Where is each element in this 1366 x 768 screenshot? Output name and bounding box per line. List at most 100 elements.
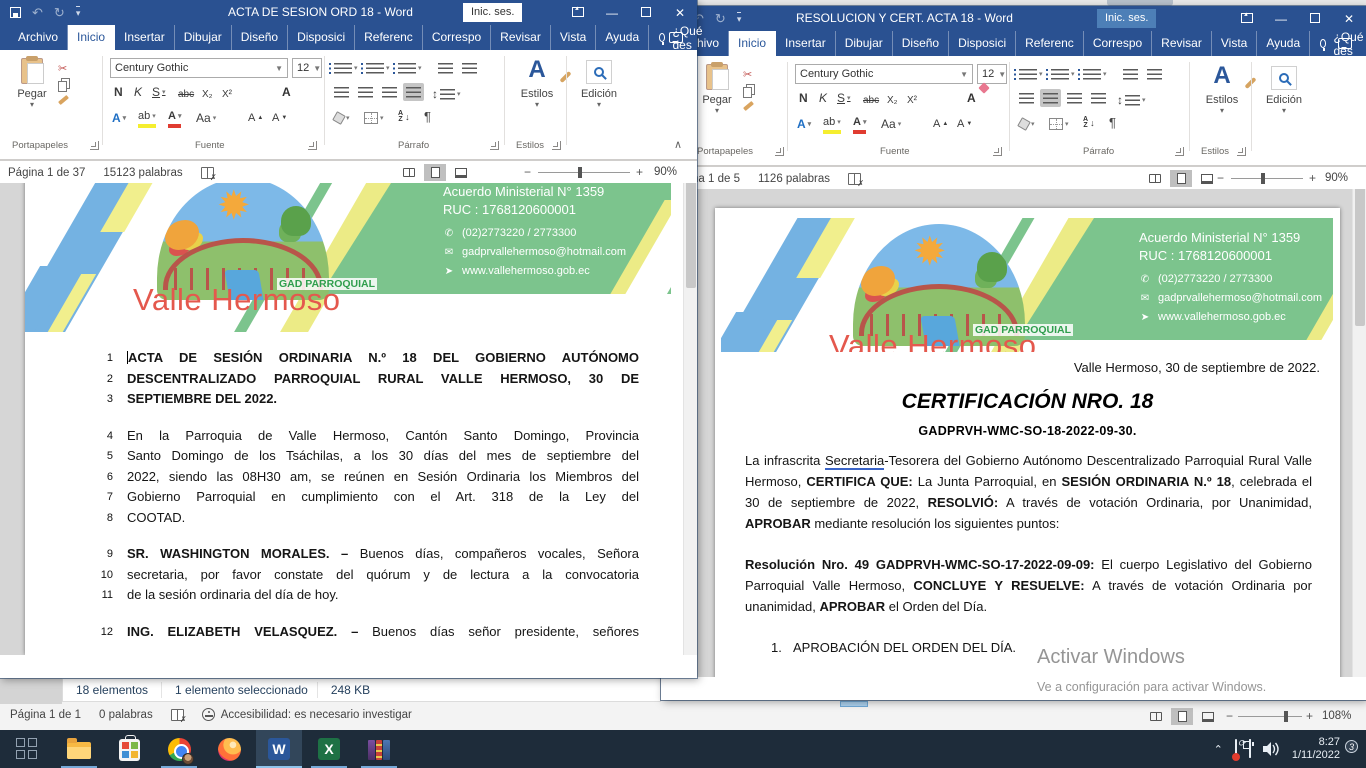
font-color-button[interactable]: A▾ [168, 108, 181, 128]
tab-vista[interactable]: Vista [1212, 31, 1257, 56]
align-right-button[interactable] [379, 83, 400, 101]
tab-inicio[interactable]: Inicio [68, 25, 115, 50]
styles-button[interactable]: A Estilos ▾ [514, 58, 560, 109]
taskbar-chrome[interactable] [156, 730, 202, 768]
zoom-slider[interactable] [538, 172, 630, 173]
minimize-button[interactable]: — [595, 6, 629, 20]
bg-word-count[interactable]: 0 palabras [99, 709, 153, 721]
battery-icon[interactable] [1249, 740, 1251, 758]
bg-zoom-slider-thumb[interactable] [1284, 711, 1288, 722]
format-painter-icon[interactable] [58, 95, 69, 105]
proofing-status-icon[interactable] [848, 173, 861, 185]
tab-disposici[interactable]: Disposici [288, 25, 355, 50]
ribbon-display-options-button[interactable] [1230, 12, 1264, 26]
redo-icon[interactable]: ↻ [54, 6, 65, 19]
print-layout-button[interactable] [1170, 170, 1192, 187]
tab-diseño[interactable]: Diseño [893, 31, 949, 56]
taskbar-winrar[interactable] [356, 730, 402, 768]
comments-icon[interactable] [669, 32, 683, 43]
redo-icon[interactable]: ↻ [715, 12, 726, 25]
line-spacing-button[interactable]: ↕▾ [432, 84, 461, 104]
bg-zoom-in-button[interactable]: + [1306, 709, 1313, 723]
tray-chevron-icon[interactable]: ⌃ [1214, 743, 1223, 756]
collapse-ribbon-icon[interactable]: ∧ [674, 138, 682, 151]
grow-font-button[interactable]: A▲ [933, 114, 948, 134]
clipboard-dialog-launcher-icon[interactable] [775, 147, 784, 156]
tab-inicio[interactable]: Inicio [729, 31, 776, 56]
tab-referenc[interactable]: Referenc [1016, 31, 1084, 56]
close-button[interactable]: ✕ [663, 6, 697, 20]
taskbar-microsoft-store[interactable] [106, 730, 152, 768]
bg-web-layout-button[interactable] [1197, 708, 1219, 725]
paragraph-dialog-launcher-icon[interactable] [1175, 147, 1184, 156]
change-case-button[interactable]: Aa▾ [881, 114, 901, 134]
text-effects-button[interactable]: A▾ [797, 114, 811, 134]
pilcrow-button[interactable]: ¶ [1109, 112, 1116, 132]
subscript-button[interactable]: X₂ [202, 84, 213, 104]
document-area-left[interactable]: Acuerdo Ministerial N° 1359 RUC : 176812… [0, 160, 697, 655]
multilevel-list-button[interactable]: ▾ [398, 58, 422, 78]
numbering-button[interactable]: ▾ [1051, 64, 1075, 84]
highlight-color-button[interactable]: ab▾ [823, 114, 841, 134]
tab-diseño[interactable]: Diseño [232, 25, 288, 50]
align-left-button[interactable] [331, 83, 352, 101]
tab-referenc[interactable]: Referenc [355, 25, 423, 50]
strikethrough-button[interactable]: abc [178, 84, 194, 104]
superscript-button[interactable]: X² [222, 84, 232, 104]
paste-button[interactable]: Pegar ▾ [10, 58, 54, 109]
underline-button[interactable]: S▾ [152, 82, 166, 102]
zoom-slider-thumb[interactable] [1261, 173, 1265, 184]
word-count[interactable]: 1126 palabras [758, 173, 830, 185]
bold-button[interactable]: N [114, 82, 123, 102]
taskbar-firefox[interactable] [206, 730, 252, 768]
styles-dialog-launcher-icon[interactable] [1237, 147, 1246, 156]
taskbar-excel[interactable]: X [306, 730, 352, 768]
font-name-combobox[interactable]: Century Gothic▼ [110, 58, 288, 78]
line-spacing-button[interactable]: ↕▾ [1117, 90, 1146, 110]
justify-button[interactable] [403, 83, 424, 101]
zoom-slider-thumb[interactable] [578, 167, 582, 178]
increase-indent-button[interactable] [1147, 64, 1162, 84]
change-case-button[interactable]: Aa▾ [196, 108, 216, 128]
align-right-button[interactable] [1064, 89, 1085, 107]
taskbar-file-explorer[interactable] [56, 730, 102, 768]
save-icon[interactable] [10, 7, 21, 18]
accessibility-status[interactable]: Accesibilidad: es necesario investigar [202, 708, 412, 721]
pilcrow-button[interactable]: ¶ [424, 106, 431, 126]
tab-revisar[interactable]: Revisar [491, 25, 551, 50]
styles-button[interactable]: A Estilos ▾ [1199, 64, 1245, 115]
tab-insertar[interactable]: Insertar [115, 25, 175, 50]
align-center-button[interactable] [1040, 89, 1061, 107]
numbering-button[interactable]: ▾ [366, 58, 390, 78]
vertical-scrollbar-left[interactable] [683, 160, 697, 655]
font-color-button[interactable]: A▾ [853, 114, 866, 134]
document-area-right[interactable]: Acuerdo Ministerial N° 1359 RUC : 176812… [661, 166, 1366, 677]
read-mode-button[interactable] [398, 164, 420, 181]
shrink-font-button[interactable]: A▼ [272, 108, 287, 128]
cut-icon[interactable]: ✂ [58, 62, 69, 75]
text-effects-button[interactable]: A▾ [112, 108, 126, 128]
maximize-button[interactable] [629, 6, 663, 20]
qat-customize-icon[interactable]: ▾ [76, 6, 81, 19]
sign-in-button[interactable]: Inic. ses. [463, 3, 522, 22]
bg-proofing-status-icon[interactable] [171, 709, 184, 721]
sort-button[interactable]: AZ↓ [1083, 113, 1095, 133]
highlight-color-button[interactable]: ab▾ [138, 108, 156, 128]
tab-dibujar[interactable]: Dibujar [836, 31, 893, 56]
sign-in-button[interactable]: Inic. ses. [1097, 9, 1156, 28]
tab-ayuda[interactable]: Ayuda [596, 25, 649, 50]
tab-ayuda[interactable]: Ayuda [1257, 31, 1310, 56]
clipboard-dialog-launcher-icon[interactable] [90, 141, 99, 150]
maximize-button[interactable] [1298, 12, 1332, 26]
scrollbar-thumb[interactable] [686, 168, 696, 288]
tab-vista[interactable]: Vista [551, 25, 596, 50]
zoom-level[interactable]: 90% [654, 166, 677, 178]
bg-zoom-slider[interactable] [1238, 716, 1302, 717]
tab-revisar[interactable]: Revisar [1152, 31, 1212, 56]
zoom-in-button[interactable]: + [636, 165, 643, 179]
bullets-button[interactable]: ▾ [1019, 64, 1043, 84]
format-painter-icon[interactable] [743, 101, 754, 111]
proofing-status-icon[interactable] [201, 167, 214, 179]
tab-correspo[interactable]: Correspo [1084, 31, 1152, 56]
bg-horizontal-scrollbar-thumb[interactable] [840, 701, 868, 707]
